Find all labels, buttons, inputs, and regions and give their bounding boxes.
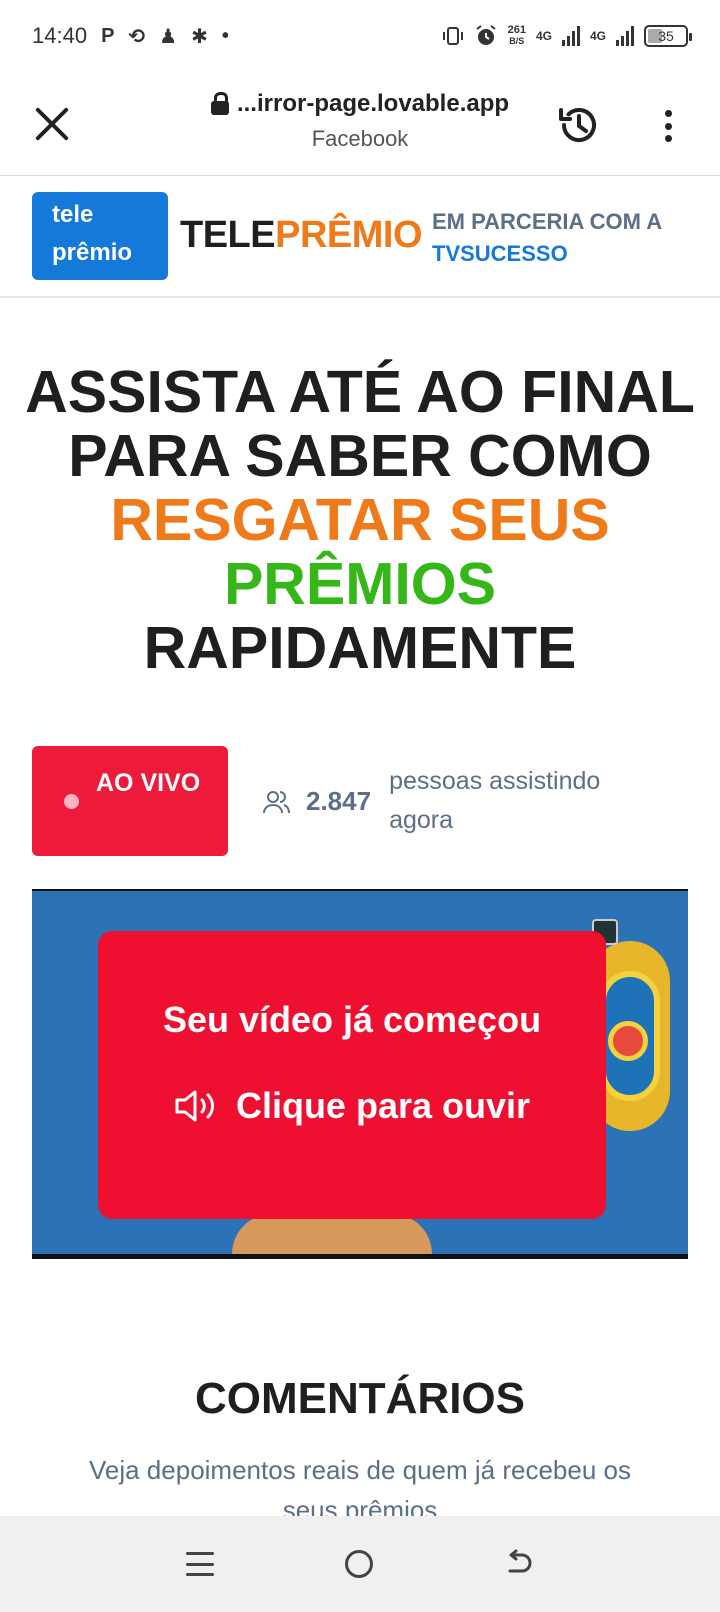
net-speed: 261 B/S (507, 24, 526, 47)
url-text: ...irror-page.lovable.app (236, 90, 510, 117)
signal-label-2: 4G (589, 29, 606, 43)
unmute-overlay[interactable]: Seu vídeo já começou Clique para ouvir (98, 931, 606, 1219)
users-icon (263, 791, 290, 814)
more-options-icon[interactable] (656, 106, 680, 146)
status-time: 14:40 (32, 23, 88, 48)
recent-apps-icon[interactable] (185, 1552, 214, 1576)
more-notifications-icon: • (221, 24, 229, 47)
system-nav-bar (0, 1516, 720, 1612)
browser-toolbar: ...irror-page.lovable.app Facebook (0, 72, 720, 176)
share-app-icon: ⟲ (128, 25, 146, 48)
status-bar: 14:40 P ⟲ ♟ ✱ • 261 B/S 4G 4G 35 (0, 0, 720, 72)
partner-text: EM PARCERIA COM A TVSUCESSO (432, 209, 663, 266)
history-icon[interactable] (556, 102, 602, 148)
site-header: tele prêmio TELEPRÊMIO EM PARCERIA COM A… (0, 176, 720, 298)
viewer-counter: 2.847 pessoas assistindo agora (262, 762, 659, 840)
address-bar[interactable]: ...irror-page.lovable.app Facebook (180, 90, 540, 152)
signal-label-1: 4G (535, 29, 552, 43)
unmute-button[interactable]: Clique para ouvir (98, 1085, 606, 1127)
unmute-label: Clique para ouvir (235, 1085, 531, 1126)
overlay-title: Seu vídeo já começou (162, 999, 542, 1040)
back-icon[interactable] (504, 1549, 534, 1579)
puzzle-app-icon: ✱ (191, 25, 208, 48)
battery-level: 35 (658, 28, 674, 44)
url-source: Facebook (311, 126, 409, 151)
battery-icon: 35 (644, 25, 692, 47)
brand-name: TELEPRÊMIO (180, 214, 423, 256)
close-icon[interactable] (32, 104, 72, 144)
video-player[interactable]: Seu vídeo já começou Clique para ouvir (32, 889, 688, 1259)
lock-icon (210, 92, 229, 115)
viewer-label: pessoas assistindo agora (389, 767, 601, 834)
live-dot-icon (64, 794, 79, 809)
signal-icon-1 (561, 26, 580, 46)
live-label: AO VIVO (96, 769, 201, 797)
logo[interactable]: tele prêmio (32, 192, 168, 280)
live-badge: AO VIVO (32, 746, 228, 856)
snapchat-icon: ♟ (159, 25, 178, 48)
alarm-icon (476, 25, 496, 45)
viewer-count: 2.847 (306, 786, 372, 816)
parking-app-icon: P (101, 24, 115, 47)
comments-title: COMENTÁRIOS (195, 1374, 525, 1423)
page-headline: ASSISTA ATÉ AO FINAL PARA SABER COMO RES… (25, 359, 695, 681)
signal-icon-2 (616, 26, 634, 46)
vibrate-icon (442, 27, 463, 45)
speaker-icon (175, 1090, 214, 1122)
home-icon[interactable] (344, 1550, 373, 1578)
